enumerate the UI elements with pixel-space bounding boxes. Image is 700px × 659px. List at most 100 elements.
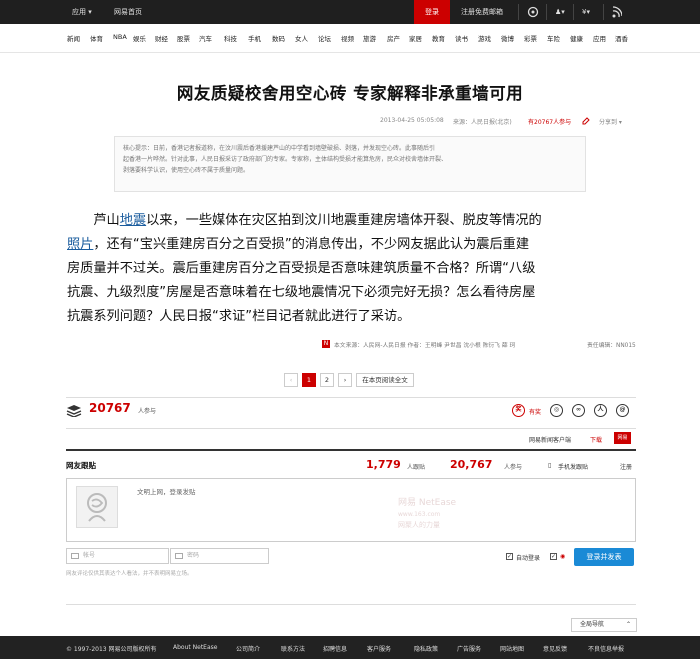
nav-item[interactable]: 汽车 xyxy=(199,33,212,43)
rss-icon[interactable] xyxy=(612,0,623,24)
nav-item[interactable]: 游戏 xyxy=(478,33,491,43)
nav-item[interactable]: 娱乐 xyxy=(133,33,146,43)
footer-link[interactable]: 不良信息举报 xyxy=(588,644,624,653)
share-menu[interactable]: 分享到 ▾ xyxy=(599,117,622,126)
nav-item[interactable]: 体育 xyxy=(90,33,103,43)
prev-page-button[interactable]: ‹ xyxy=(284,373,298,387)
footer-link[interactable]: 意见反馈 xyxy=(543,644,567,653)
divider xyxy=(66,397,636,398)
auto-login-label: 自动登录 xyxy=(516,555,541,562)
nav-item[interactable]: 家居 xyxy=(409,33,422,43)
nav-item[interactable]: 应用 xyxy=(593,33,606,43)
login-submit-button[interactable]: 登录并发表 xyxy=(574,548,634,566)
netease-watermark: 网易 NetEase www.163.com 网聚人的力量 xyxy=(398,498,456,531)
news-client-text[interactable]: 网易新闻客户端 xyxy=(529,435,571,444)
page-2-button[interactable]: 2 xyxy=(320,373,334,387)
weibo-sync-icon: ◉ xyxy=(560,553,566,560)
douban-icon[interactable]: @ xyxy=(616,404,629,417)
body-text: 以来，一些媒体在灾区拍到汶川地震重建房墙体开裂、脱皮等情况的 xyxy=(146,213,542,228)
nav-item[interactable]: 房产 xyxy=(387,33,400,43)
join-label: 人参与 xyxy=(504,464,523,471)
footer-link[interactable]: 联系方法 xyxy=(281,644,305,653)
nav-item[interactable]: 读书 xyxy=(455,33,468,43)
sina-weibo-icon[interactable]: ∞ xyxy=(572,404,585,417)
summary-line: 起香港一片哗然。针对此事，人民日报采访了政府部门的专家。专家称，主体结构受损才能… xyxy=(123,156,448,163)
watermark-text: 网易 NetEase xyxy=(398,498,457,508)
footer-link[interactable]: 网站地图 xyxy=(500,644,524,653)
username-placeholder: 帐号 xyxy=(83,552,96,559)
nav-item[interactable]: NBA xyxy=(113,33,127,41)
nav-item[interactable]: 论坛 xyxy=(318,33,331,43)
nav-item[interactable]: 股票 xyxy=(177,33,190,43)
auto-login-checkbox[interactable]: ✓ xyxy=(506,553,513,560)
nav-item[interactable]: 视频 xyxy=(341,33,354,43)
nav-item[interactable]: 新闻 xyxy=(67,33,80,43)
nav-item[interactable]: 女人 xyxy=(295,33,308,43)
mobile-icon: ▯ xyxy=(548,462,552,469)
comment-placeholder: 文明上网，登录发贴 xyxy=(137,488,196,496)
renren-icon[interactable]: 人 xyxy=(594,404,607,417)
footer-link[interactable]: About NetEase xyxy=(173,644,217,651)
nav-item[interactable]: 财经 xyxy=(155,33,168,43)
footer: © 1997-2013 网易公司版权所有 About NetEase 公司简介 联系… xyxy=(0,636,700,659)
divider xyxy=(66,428,636,429)
keyword-link-earthquake[interactable]: 地震 xyxy=(120,213,146,228)
mobile-comment-link[interactable]: 手机发跟贴 xyxy=(558,462,588,471)
login-button[interactable]: 登录 xyxy=(414,0,450,24)
nav-item[interactable]: 酒香 xyxy=(615,33,628,43)
next-page-button[interactable]: › xyxy=(338,373,352,387)
prize-share-icon[interactable]: 奖 xyxy=(512,404,525,417)
nav-item[interactable]: 微博 xyxy=(501,33,514,43)
nav-item[interactable]: 健康 xyxy=(570,33,583,43)
netease-badge-icon: N xyxy=(322,340,330,348)
watermark-text: www.163.com xyxy=(398,511,441,518)
join-count[interactable]: 20,767 xyxy=(450,458,492,471)
top-bar: 应用 ▾ 网易首页 登录 注册免费邮箱 ♟▾ ¥▾ xyxy=(0,0,700,24)
netease-weibo-icon[interactable]: ◎ xyxy=(550,404,563,417)
keyword-link-photo[interactable]: 照片 xyxy=(67,237,93,252)
footer-link[interactable]: 招聘信息 xyxy=(323,644,347,653)
global-nav-button[interactable]: 全局导航 ⌃ xyxy=(571,618,637,632)
footer-link[interactable]: 隐私政策 xyxy=(414,644,438,653)
comments-header xyxy=(66,449,636,473)
avatar xyxy=(76,486,118,528)
username-field[interactable]: 帐号 xyxy=(66,548,169,564)
participants-link[interactable]: 有20767人参与 xyxy=(528,117,571,126)
register-mail-link[interactable]: 注册免费邮箱 xyxy=(461,0,503,24)
nav-item[interactable]: 数码 xyxy=(272,33,285,43)
editor-label: 责任编辑：NN015 xyxy=(587,343,636,349)
divider xyxy=(573,4,574,20)
article-body: 芦山地震以来，一些媒体在灾区拍到汶川地震重建房墙体开裂、脱皮等情况的 照片，还有… xyxy=(67,209,637,329)
nav-item[interactable]: 手机 xyxy=(248,33,261,43)
apps-menu[interactable]: 应用 ▾ xyxy=(72,0,92,24)
user-icon[interactable]: ♟▾ xyxy=(555,0,565,24)
channel-nav: 新闻 体育 NBA 娱乐 财经 股票 汽车 科技 手机 数码 女人 论坛 视频 旅游 房产 家居 教育 读书 游戏微… xyxy=(0,24,700,53)
client-download-link[interactable]: 下载 xyxy=(590,435,602,444)
body-line: 照片，还有“宝兴重建房百分之百受损”的消息传出，不少网友据此认为震后重建 xyxy=(67,233,637,257)
weibo-icon[interactable] xyxy=(527,0,539,24)
comment-disclaimer: 网友评论仅供其表达个人看法，并不表明网易立场。 xyxy=(66,571,193,577)
weibo-sync-checkbox[interactable]: ✓ xyxy=(550,553,557,560)
nav-item[interactable]: 教育 xyxy=(432,33,445,43)
read-all-button[interactable]: 在本页阅读全文 xyxy=(356,373,414,387)
password-field[interactable]: 密码 xyxy=(170,548,269,564)
page-1-button[interactable]: 1 xyxy=(302,373,316,387)
cart-icon[interactable]: ¥▾ xyxy=(582,0,590,24)
divider xyxy=(518,4,519,20)
footer-link[interactable]: 广告服务 xyxy=(457,644,481,653)
summary-line: 剥落要科学认识，使用空心砖不属于质量问题。 xyxy=(123,167,250,174)
netease-home-link[interactable]: 网易首页 xyxy=(114,0,142,24)
netease-news-logo[interactable]: 网易 xyxy=(614,432,631,444)
register-link[interactable]: 注册 xyxy=(620,462,632,471)
footer-link[interactable]: 客户服务 xyxy=(367,644,391,653)
article-source-line: 本文来源：人民网-人民日报 作者：王明峰 尹世昌 沈小根 陈衍飞 薛 珂 xyxy=(334,343,516,349)
edit-icon[interactable] xyxy=(582,117,590,127)
follow-count[interactable]: 1,779 xyxy=(366,458,401,471)
nav-item[interactable]: 车险 xyxy=(547,33,560,43)
nav-item[interactable]: 旅游 xyxy=(363,33,376,43)
global-nav-label: 全局导航 xyxy=(580,621,605,628)
footer-link[interactable]: 公司简介 xyxy=(236,644,260,653)
nav-item[interactable]: 科技 xyxy=(224,33,237,43)
body-text: ，还有“宝兴重建房百分之百受损”的消息传出，不少网友据此认为震后重建 xyxy=(93,237,530,252)
nav-item[interactable]: 彩票 xyxy=(524,33,537,43)
